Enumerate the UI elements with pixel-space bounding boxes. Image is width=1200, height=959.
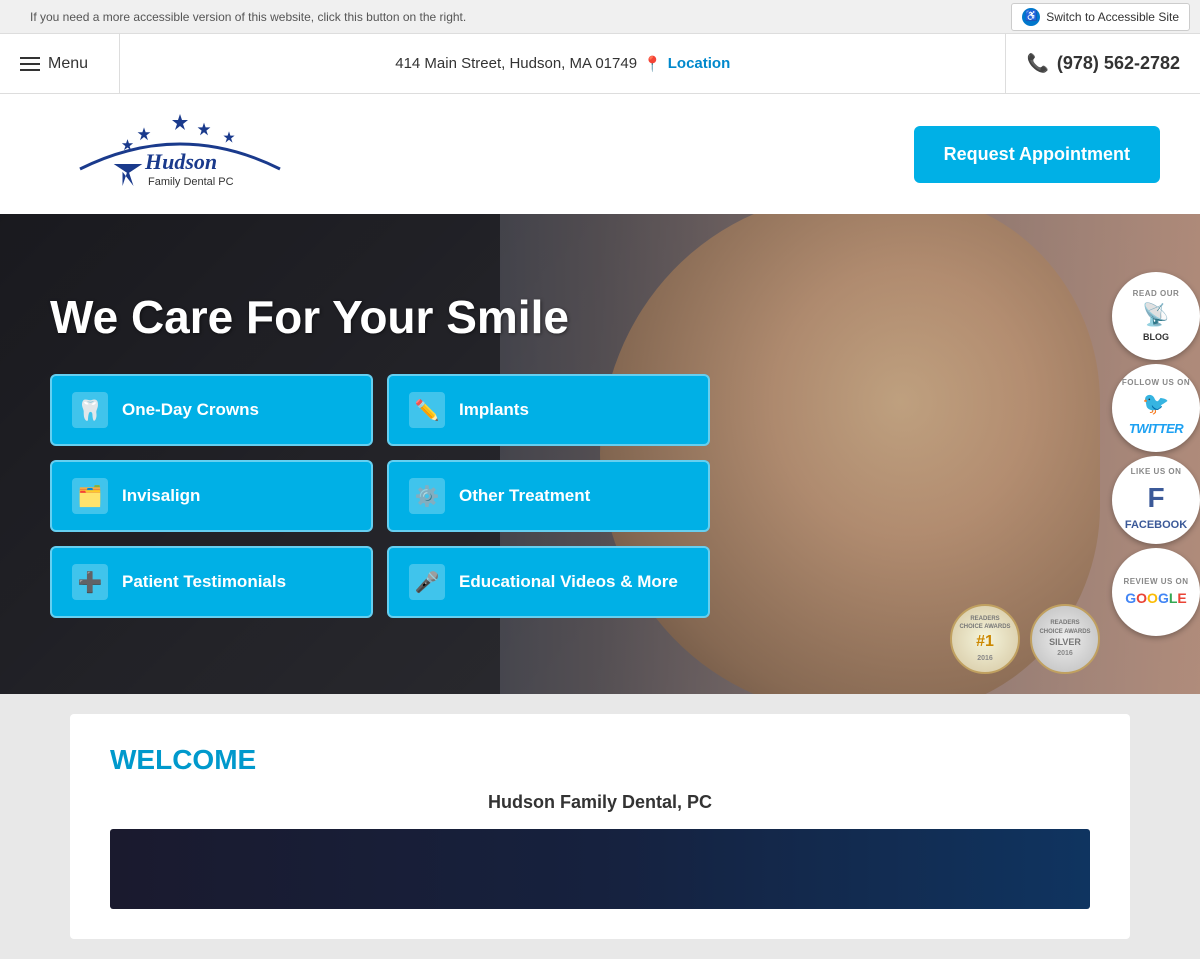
- one-day-crowns-button[interactable]: 🦷 One-Day Crowns: [50, 374, 373, 446]
- one-day-crowns-label: One-Day Crowns: [122, 400, 259, 420]
- svg-text:Family Dental PC: Family Dental PC: [148, 176, 234, 188]
- award-badge-1: ReadersChoice Awards #1 2016: [950, 604, 1020, 674]
- accessibility-icon: ♿: [1022, 8, 1040, 26]
- welcome-card: WELCOME Hudson Family Dental, PC: [70, 714, 1130, 939]
- location-link[interactable]: Location: [668, 55, 731, 72]
- logo-svg: Hudson Family Dental PC: [40, 109, 320, 199]
- crown-icon: 🦷: [72, 392, 108, 428]
- social-sidebar: READ OUR 📡 BLOG FOLLOW US ON 🐦 twitter L…: [1112, 272, 1200, 636]
- implants-label: Implants: [459, 400, 529, 420]
- patient-testimonials-label: Patient Testimonials: [122, 572, 286, 592]
- educational-videos-button[interactable]: 🎤 Educational Videos & More: [387, 546, 710, 618]
- blog-top-label: READ OUR: [1133, 289, 1180, 299]
- welcome-section: WELCOME Hudson Family Dental, PC: [0, 694, 1200, 959]
- facebook-top-label: LIKE US ON: [1131, 467, 1182, 477]
- blog-label: BLOG: [1143, 332, 1169, 344]
- invisalign-button[interactable]: 🗂️ Invisalign: [50, 460, 373, 532]
- welcome-subtitle: Hudson Family Dental, PC: [110, 792, 1090, 813]
- accessible-site-label: Switch to Accessible Site: [1046, 10, 1179, 24]
- other-treatment-label: Other Treatment: [459, 486, 590, 506]
- pin-icon: 📍: [643, 55, 662, 73]
- welcome-title: WELCOME: [110, 744, 1090, 776]
- header: Hudson Family Dental PC Request Appointm…: [0, 94, 1200, 214]
- address-section: 414 Main Street, Hudson, MA 01749 📍 Loca…: [120, 34, 1006, 93]
- phone-icon: 📞: [1026, 53, 1048, 74]
- blog-social-button[interactable]: READ OUR 📡 BLOG: [1112, 272, 1200, 360]
- phone-section: 📞 (978) 562-2782: [1006, 34, 1200, 93]
- facebook-label: facebook: [1125, 518, 1187, 532]
- menu-button[interactable]: Menu: [0, 34, 120, 93]
- welcome-image-bar: [110, 829, 1090, 909]
- accessible-site-button[interactable]: ♿ Switch to Accessible Site: [1011, 3, 1190, 31]
- nav-bar: Menu 414 Main Street, Hudson, MA 01749 📍…: [0, 34, 1200, 94]
- hero-title: We Care For Your Smile: [50, 290, 710, 344]
- hamburger-icon: [20, 57, 40, 71]
- hero-buttons-grid: 🦷 One-Day Crowns ✏️ Implants 🗂️ Invisali…: [50, 374, 710, 618]
- google-social-button[interactable]: REVIEW US ON Google: [1112, 548, 1200, 636]
- implants-icon: ✏️: [409, 392, 445, 428]
- request-appointment-button[interactable]: Request Appointment: [914, 126, 1160, 183]
- svg-text:Hudson: Hudson: [144, 149, 217, 174]
- accessibility-bar: If you need a more accessible version of…: [0, 0, 1200, 34]
- accessibility-text: If you need a more accessible version of…: [30, 10, 466, 24]
- videos-icon: 🎤: [409, 564, 445, 600]
- menu-label: Menu: [48, 55, 88, 73]
- twitter-social-button[interactable]: FOLLOW US ON 🐦 twitter: [1112, 364, 1200, 452]
- facebook-icon: f: [1147, 480, 1164, 516]
- twitter-bird-icon: 🐦: [1142, 390, 1169, 419]
- twitter-top-label: FOLLOW US ON: [1122, 378, 1190, 388]
- awards-section: ReadersChoice Awards #1 2016 ReadersChoi…: [950, 604, 1100, 674]
- award-1-number: #1: [976, 631, 994, 653]
- educational-videos-label: Educational Videos & More: [459, 572, 678, 592]
- invisalign-label: Invisalign: [122, 486, 200, 506]
- implants-button[interactable]: ✏️ Implants: [387, 374, 710, 446]
- facebook-social-button[interactable]: LIKE US ON f facebook: [1112, 456, 1200, 544]
- invisalign-icon: 🗂️: [72, 478, 108, 514]
- rss-icon: 📡: [1142, 301, 1169, 330]
- award-badge-2: ReadersChoice Awards SILVER 2016: [1030, 604, 1100, 674]
- google-icon: Google: [1125, 589, 1186, 607]
- logo-area: Hudson Family Dental PC: [40, 109, 320, 199]
- other-treatment-button[interactable]: ⚙️ Other Treatment: [387, 460, 710, 532]
- phone-number: (978) 562-2782: [1057, 53, 1180, 74]
- other-treatment-icon: ⚙️: [409, 478, 445, 514]
- google-top-label: REVIEW US ON: [1123, 577, 1188, 587]
- hero-content: We Care For Your Smile 🦷 One-Day Crowns …: [0, 260, 760, 648]
- patient-testimonials-button[interactable]: ➕ Patient Testimonials: [50, 546, 373, 618]
- address-text: 414 Main Street, Hudson, MA 01749: [395, 55, 637, 72]
- testimonials-icon: ➕: [72, 564, 108, 600]
- hero-section: We Care For Your Smile 🦷 One-Day Crowns …: [0, 214, 1200, 694]
- twitter-label: twitter: [1129, 421, 1183, 438]
